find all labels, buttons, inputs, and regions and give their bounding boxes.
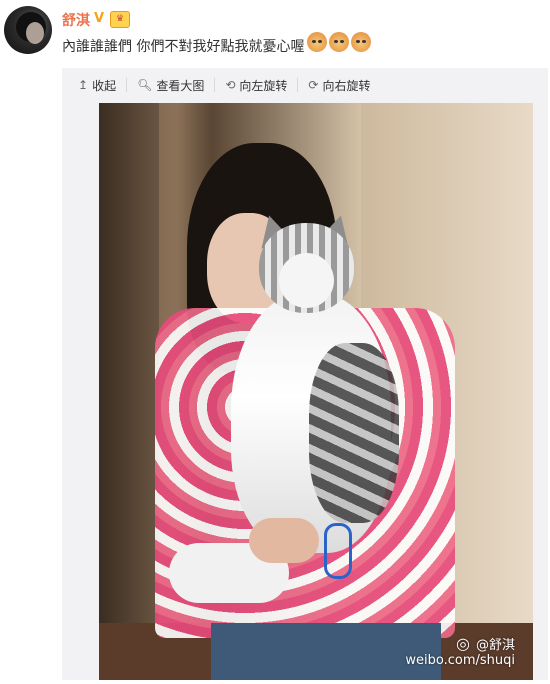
collapse-icon: ↥ [78,78,89,92]
watermark-handle: @舒淇 [475,638,515,653]
collapse-label: 收起 [92,78,117,93]
username[interactable]: 舒淇 [62,10,90,30]
verified-icon: V [94,11,105,26]
collapse-button[interactable]: ↥ 收起 [62,78,128,93]
photo-cat-stripes [309,343,399,523]
rotate-left-button[interactable]: ⟲ 向左旋转 [215,78,299,93]
search-icon: 🔍︎ [137,78,153,92]
rotate-left-icon: ⟲ [225,78,236,92]
photo-hand [249,518,319,563]
post-text: 內誰誰誰們 你們不對我好點我就憂心喔 [62,39,305,55]
view-large-button[interactable]: 🔍︎ 查看大图 [127,78,216,93]
emoji-row [307,32,371,52]
rotate-right-button[interactable]: ⟳ 向右旋转 [298,78,380,93]
rotate-right-icon: ⟳ [308,78,319,92]
cat-emoji-icon [307,32,327,52]
photo-cat-face [279,253,334,308]
weibo-watermark: ◎ @舒淇 weibo.com/shuqi [405,634,515,668]
avatar-face [26,22,44,44]
photo-bracelet [324,523,352,579]
photo-door [99,103,159,680]
rotate-right-label: 向右旋转 [322,78,371,93]
user-avatar[interactable] [4,6,52,54]
cat-emoji-icon [329,32,349,52]
crown-badge-icon: ♛ [110,11,130,28]
watermark-url: weibo.com/shuqi [405,653,515,668]
weibo-icon: ◎ [456,634,470,653]
watermark-user: ◎ @舒淇 [405,634,515,653]
view-large-label: 查看大图 [156,78,205,93]
rotate-left-label: 向左旋转 [239,78,288,93]
cat-emoji-icon [351,32,371,52]
post-photo[interactable]: ◎ @舒淇 weibo.com/shuqi [99,103,533,680]
image-toolbar: ↥ 收起 🔍︎ 查看大图 ⟲ 向左旋转 ⟳ 向右旋转 [62,68,380,102]
